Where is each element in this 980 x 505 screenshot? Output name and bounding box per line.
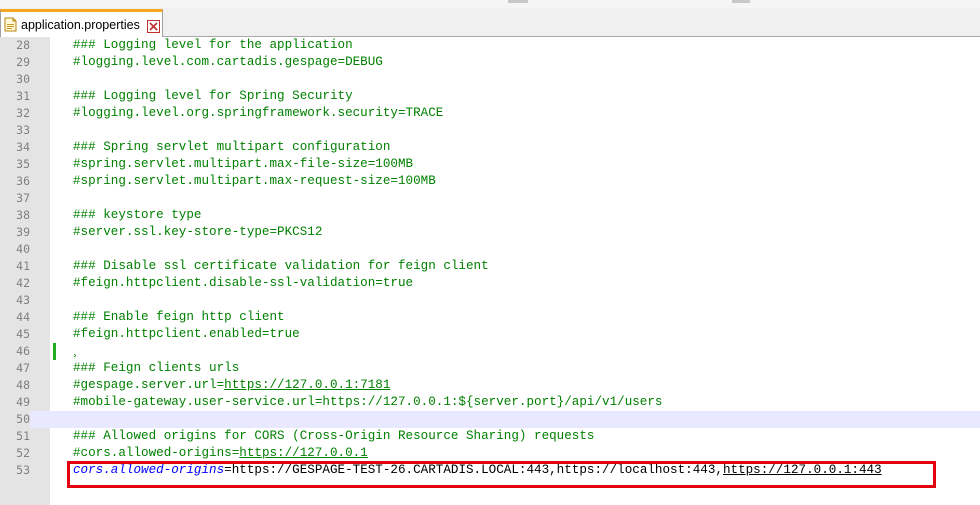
line-number: 36 [16, 174, 30, 188]
line-text: ### Disable ssl certificate validation f… [73, 259, 489, 273]
line-number: 39 [16, 225, 30, 239]
line-text: #spring.servlet.multipart.max-request-si… [73, 174, 436, 188]
code-line[interactable]: 34 ### Spring servlet multipart configur… [0, 139, 980, 156]
line-number: 52 [16, 446, 30, 460]
line-number: 42 [16, 276, 30, 290]
comment-prefix: #cors.allowed-origins= [73, 446, 240, 460]
line-number: 30 [16, 72, 30, 86]
code-line[interactable]: 35 #spring.servlet.multipart.max-file-si… [0, 156, 980, 173]
editor-area[interactable]: 28 ### Logging level for the application… [0, 37, 980, 505]
line-text: ### keystore type [73, 208, 202, 222]
line-number: 41 [16, 259, 30, 273]
line-number: 53 [16, 463, 30, 477]
line-text: ### Spring servlet multipart configurati… [73, 140, 391, 154]
line-number: 43 [16, 293, 30, 307]
notepad-window: application.properties 28 ### Logging le… [0, 0, 980, 505]
toolbar-strip [0, 0, 980, 8]
line-number: 31 [16, 89, 30, 103]
line-text: #server.ssl.key-store-type=PKCS12 [73, 225, 323, 239]
line-number: 33 [16, 123, 30, 137]
line-text: ### Logging level for Spring Security [73, 89, 353, 103]
url-link[interactable]: https://127.0.0.1:7181 [224, 378, 390, 392]
line-text: #cors.allowed-origins=https://127.0.0.1 [73, 445, 368, 462]
code-line[interactable]: 46 ¸ [0, 343, 980, 360]
code-line[interactable]: 52 #cors.allowed-origins=https://127.0.0… [0, 445, 980, 462]
code-line[interactable]: 47 ### Feign clients urls [0, 360, 980, 377]
code-line[interactable]: 41 ### Disable ssl certificate validatio… [0, 258, 980, 275]
code-line[interactable]: 30 [0, 71, 980, 88]
code-line[interactable]: 32 #logging.level.org.springframework.se… [0, 105, 980, 122]
line-number: 28 [16, 38, 30, 52]
line-number: 48 [16, 378, 30, 392]
line-text: #feign.httpclient.disable-ssl-validation… [73, 276, 414, 290]
code-line[interactable]: 31 ### Logging level for Spring Security [0, 88, 980, 105]
line-text: #logging.level.com.cartadis.gespage=DEBU… [73, 55, 383, 69]
line-number: 32 [16, 106, 30, 120]
line-number: 44 [16, 310, 30, 324]
highlight-annotation-box [67, 461, 936, 488]
code-line[interactable]: 45 #feign.httpclient.enabled=true [0, 326, 980, 343]
code-line[interactable]: 38 ### keystore type [0, 207, 980, 224]
url-link[interactable]: https://127.0.0.1 [239, 446, 367, 460]
code-line[interactable]: 29 #logging.level.com.cartadis.gespage=D… [0, 54, 980, 71]
line-number: 51 [16, 429, 30, 443]
line-number: 40 [16, 242, 30, 256]
line-number: 50 [0, 411, 30, 428]
code-line[interactable]: 33 [0, 122, 980, 139]
line-text: ### Allowed origins for CORS (Cross-Orig… [73, 429, 595, 443]
line-text: ### Logging level for the application [73, 38, 353, 52]
line-number: 34 [16, 140, 30, 154]
line-text: #mobile-gateway.user-service.url=https:/… [73, 395, 663, 409]
code-line[interactable]: 49 #mobile-gateway.user-service.url=http… [0, 394, 980, 411]
line-text: #spring.servlet.multipart.max-file-size=… [73, 157, 414, 171]
code-line[interactable]: 36 #spring.servlet.multipart.max-request… [0, 173, 980, 190]
code-line[interactable]: 40 [0, 241, 980, 258]
change-marker [53, 343, 56, 360]
code-line[interactable]: 51 ### Allowed origins for CORS (Cross-O… [0, 428, 980, 445]
line-text: ### Enable feign http client [73, 310, 285, 324]
tab-bar: application.properties [0, 0, 980, 37]
current-line[interactable]: 50 [0, 411, 980, 428]
line-text: ¸ [73, 344, 81, 358]
line-number: 47 [16, 361, 30, 375]
line-number: 45 [16, 327, 30, 341]
file-icon [4, 17, 17, 32]
code-line[interactable]: 28 ### Logging level for the application [0, 37, 980, 54]
line-text: #feign.httpclient.enabled=true [73, 327, 300, 341]
line-number: 35 [16, 157, 30, 171]
code-line[interactable]: 44 ### Enable feign http client [0, 309, 980, 326]
code-line[interactable]: 42 #feign.httpclient.disable-ssl-validat… [0, 275, 980, 292]
comment-prefix: #gespage.server.url= [73, 378, 225, 392]
tab-application-properties[interactable]: application.properties [0, 9, 163, 37]
line-number: 46 [16, 344, 30, 358]
line-number: 49 [16, 395, 30, 409]
code-line[interactable]: 48 #gespage.server.url=https://127.0.0.1… [0, 377, 980, 394]
line-text: #gespage.server.url=https://127.0.0.1:71… [73, 377, 390, 394]
line-number: 29 [16, 55, 30, 69]
line-text: #logging.level.org.springframework.secur… [73, 106, 444, 120]
tab-label: application.properties [21, 17, 140, 32]
close-icon[interactable] [146, 18, 160, 33]
line-text: ### Feign clients urls [73, 361, 240, 375]
code-line[interactable]: 39 #server.ssl.key-store-type=PKCS12 [0, 224, 980, 241]
line-number: 37 [16, 191, 30, 205]
line-number: 38 [16, 208, 30, 222]
code-line[interactable]: 37 [0, 190, 980, 207]
code-line[interactable]: 43 [0, 292, 980, 309]
